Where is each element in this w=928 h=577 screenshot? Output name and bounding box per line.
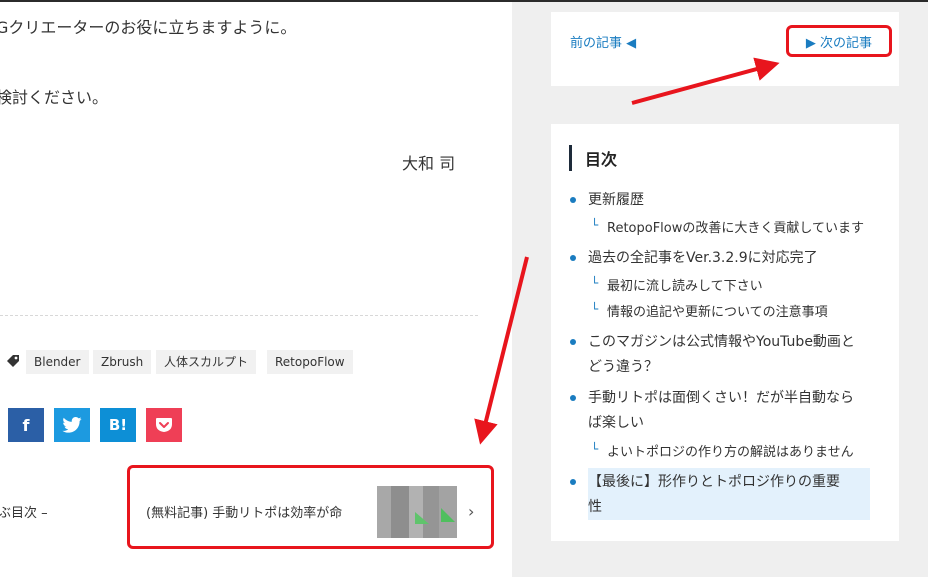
sub-item-marker-icon: └: [591, 442, 599, 456]
toc-title-bar: [569, 145, 572, 171]
toc-item-continued[interactable]: ば楽しい: [588, 411, 644, 436]
tag-blender[interactable]: Blender: [26, 350, 89, 374]
sub-item-marker-icon: └: [591, 276, 599, 290]
toc-title: 目次: [585, 150, 618, 169]
tag-retopoflow[interactable]: RetopoFlow: [267, 350, 353, 374]
toc-bullet-icon: [570, 479, 576, 485]
hatena-bookmark-button[interactable]: B!: [100, 408, 136, 442]
toc-bullet-icon: [570, 255, 576, 261]
toc-bullet-icon: [570, 339, 576, 345]
article-text-line: 検討ください。: [0, 88, 109, 107]
next-post-thumbnail: [377, 486, 457, 538]
chevron-right-icon: ›: [468, 502, 475, 521]
next-post-title: (無料記事) 手動リトポは効率が命: [146, 506, 343, 521]
prev-article-link[interactable]: 前の記事 ◀: [570, 32, 636, 51]
author-name: 大和 司: [402, 154, 456, 173]
toc-item[interactable]: このマガジンは公式情報やYouTube動画と: [588, 330, 855, 355]
toc-subitem[interactable]: 最初に流し読みして下さい: [607, 275, 763, 294]
facebook-icon: f: [22, 415, 30, 435]
tag-icon: [7, 355, 19, 367]
twitter-icon: [62, 417, 82, 433]
toc-item[interactable]: 【最後に】形作りとトポロジ作りの重要: [588, 470, 840, 495]
article-text-line: Gクリエーターのお役に立ちますように。: [0, 18, 297, 37]
toc-item[interactable]: 過去の全記事をVer.3.2.9に対応完了: [588, 246, 818, 271]
facebook-share-button[interactable]: f: [8, 408, 44, 442]
twitter-share-button[interactable]: [54, 408, 90, 442]
article-main: Gクリエーターのお役に立ちますように。 検討ください。 大和 司 Blender…: [0, 2, 512, 577]
toc-subitem[interactable]: RetopoFlowの改善に大きく貢献しています: [607, 217, 864, 236]
toc-bullet-icon: [570, 197, 576, 203]
next-post-card[interactable]: (無料記事) 手動リトポは効率が命 ›: [127, 465, 494, 549]
toc-item-continued[interactable]: 性: [588, 495, 602, 520]
toc-bullet-icon: [570, 395, 576, 401]
hatena-icon: B!: [108, 416, 128, 434]
table-of-contents-widget: 目次 更新履歴 └ RetopoFlowの改善に大きく貢献しています 過去の全記…: [551, 124, 899, 541]
toc-subitem[interactable]: よいトポロジの作り方の解説はありません: [607, 441, 854, 460]
prev-post-link[interactable]: ぶ目次 –: [0, 502, 48, 521]
tag-human-sculpt[interactable]: 人体スカルプト: [156, 350, 257, 374]
tag-zbrush[interactable]: Zbrush: [93, 350, 152, 374]
next-article-link[interactable]: ▶ 次の記事: [786, 25, 892, 57]
sub-item-marker-icon: └: [591, 302, 599, 316]
toc-item-continued[interactable]: どう違う？: [588, 355, 658, 380]
sub-item-marker-icon: └: [591, 218, 599, 232]
pocket-icon: [156, 418, 172, 432]
toc-item[interactable]: 手動リトポは面倒くさい！だが半自動なら: [588, 386, 854, 411]
pocket-save-button[interactable]: [146, 408, 182, 442]
divider: [0, 315, 478, 316]
toc-item[interactable]: 更新履歴: [588, 188, 644, 213]
toc-subitem[interactable]: 情報の追記や更新についての注意事項: [607, 301, 828, 320]
